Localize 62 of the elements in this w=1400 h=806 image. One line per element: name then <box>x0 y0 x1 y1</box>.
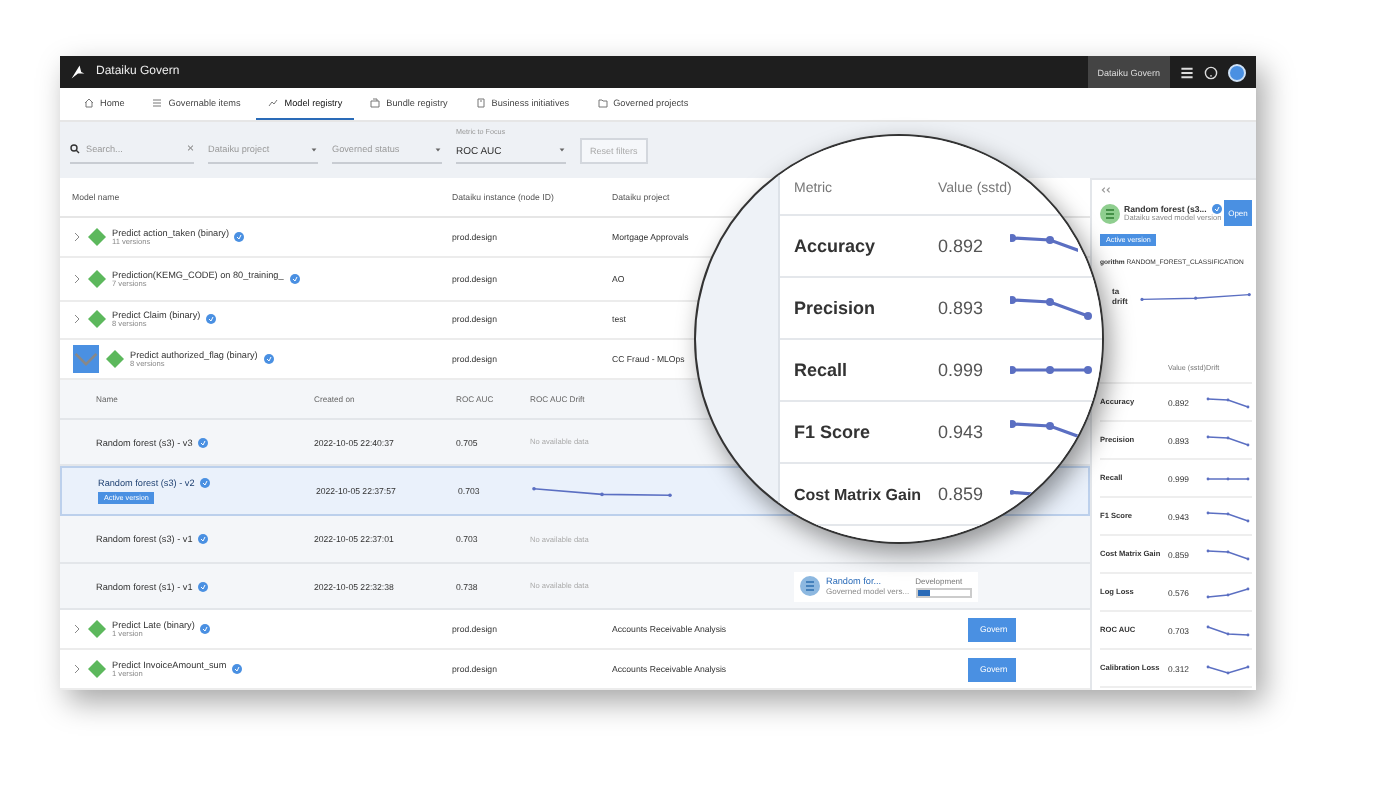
badge-icon <box>200 478 211 489</box>
metric-name: Cost Matrix Gain <box>794 485 924 503</box>
chevron-icon[interactable] <box>72 314 82 325</box>
chevron-icon[interactable] <box>72 624 82 635</box>
sparkline <box>1206 547 1250 562</box>
sparkline <box>532 485 672 498</box>
list-icon <box>152 98 163 108</box>
book-icon <box>475 98 486 108</box>
badge-icon <box>198 534 209 545</box>
sparkline <box>1010 234 1078 258</box>
folder-icon <box>597 98 608 108</box>
diamond-icon <box>88 660 106 679</box>
chevron-icon[interactable] <box>73 345 99 374</box>
model-icon <box>1100 203 1120 223</box>
collapse-icon[interactable] <box>1100 186 1112 194</box>
chart-icon <box>268 98 279 108</box>
badge-icon <box>198 437 209 448</box>
metric-value: 0.999 <box>938 360 986 380</box>
metric-name: Accuracy <box>794 236 878 256</box>
diamond-icon <box>88 310 106 329</box>
caret-icon[interactable] <box>434 145 442 153</box>
house-icon <box>84 98 94 108</box>
sparkline <box>1206 509 1250 524</box>
badge-icon <box>200 624 211 635</box>
chevron-icon[interactable] <box>72 231 82 242</box>
help-icon[interactable] <box>1204 65 1218 79</box>
sparkline <box>1206 395 1250 410</box>
avatar[interactable] <box>1228 63 1246 81</box>
bird-logo-icon <box>70 64 86 80</box>
diamond-icon <box>88 269 106 288</box>
model-icon <box>800 576 820 597</box>
badge-icon <box>206 314 217 325</box>
metric-name: F1 Score <box>794 422 873 442</box>
sparkline <box>1206 661 1250 676</box>
metric-name: Recall <box>794 360 850 380</box>
menu-icon[interactable] <box>1180 65 1194 79</box>
chevron-icon[interactable] <box>72 273 82 284</box>
badge-icon <box>232 664 243 675</box>
metric-name: Precision <box>794 298 878 318</box>
sparkline <box>1010 490 1034 498</box>
caret-icon[interactable] <box>558 145 566 153</box>
badge-icon <box>1212 204 1223 214</box>
metric-value: 0.893 <box>938 298 986 318</box>
caret-icon[interactable] <box>310 145 318 153</box>
search-icon <box>70 144 80 154</box>
diamond-icon <box>106 350 124 369</box>
chevron-icon[interactable] <box>72 664 82 675</box>
metric-value: 0.859 <box>938 484 986 504</box>
sparkline <box>1206 623 1250 638</box>
sparkline <box>1206 433 1250 448</box>
sparkline <box>1206 585 1250 600</box>
sparkline <box>1010 296 1098 320</box>
diamond-icon <box>88 227 106 246</box>
badge-icon <box>263 354 274 365</box>
metric-value: 0.943 <box>938 422 986 442</box>
sparkline <box>1140 291 1252 302</box>
box-icon <box>370 98 381 108</box>
metric-value: 0.892 <box>938 236 986 256</box>
badge-icon <box>289 273 300 284</box>
diamond-icon <box>88 620 106 639</box>
badge-icon <box>234 231 245 242</box>
badge-icon <box>198 581 209 592</box>
